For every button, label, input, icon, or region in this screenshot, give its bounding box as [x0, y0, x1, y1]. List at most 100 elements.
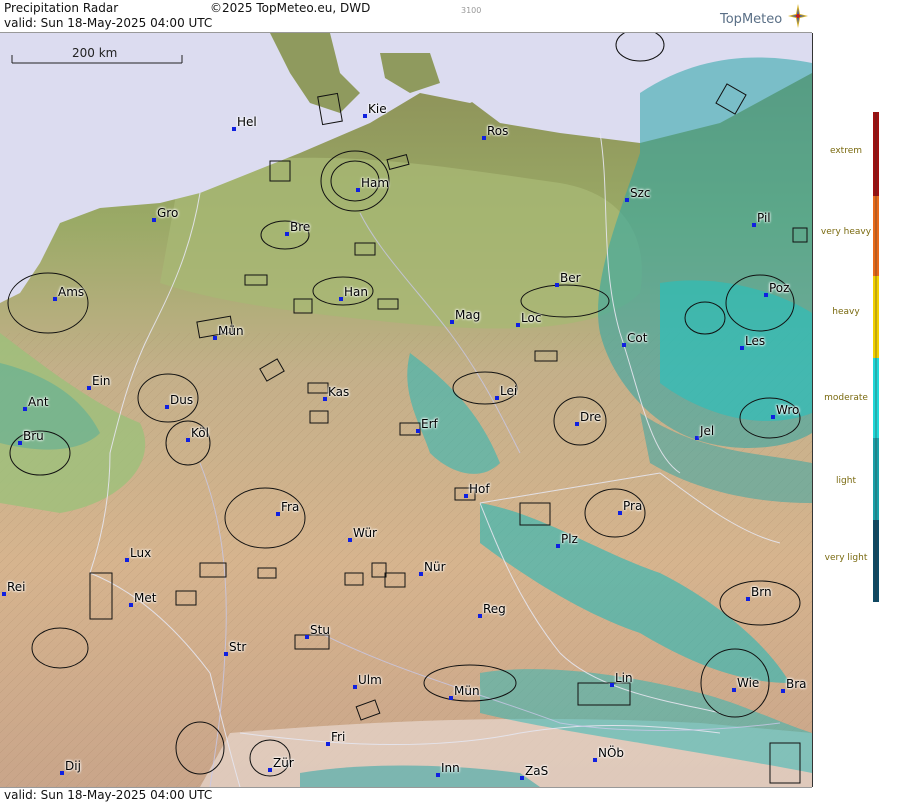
city-label: Kie	[368, 102, 387, 116]
radar-map[interactable]: 200 km Kie Hel Ros Ham Szc Gro Bre Pil Ams Han Ber…	[0, 33, 813, 787]
city-dot	[436, 773, 440, 777]
city-label: Pil	[757, 211, 771, 225]
city-dot	[2, 592, 6, 596]
city-label: Szc	[630, 186, 651, 200]
city-dot	[732, 688, 736, 692]
city-label: Wie	[737, 676, 760, 690]
city-dot	[348, 538, 352, 542]
city-dot	[419, 572, 423, 576]
city-label: Wür	[353, 526, 377, 540]
city-dot	[416, 429, 420, 433]
city-label: Lux	[130, 546, 152, 560]
city-dot	[495, 396, 499, 400]
city-label: Bru	[23, 429, 44, 443]
city-label: Bre	[290, 220, 311, 234]
city-dot	[165, 405, 169, 409]
city-label: Bra	[786, 677, 807, 691]
city-label: Ant	[28, 395, 49, 409]
legend-label-1: very heavy	[820, 227, 872, 237]
city-dot	[482, 136, 486, 140]
city-dot	[610, 683, 614, 687]
footer-valid-time: valid: Sun 18-May-2025 04:00 UTC	[4, 788, 213, 802]
city-dot	[449, 696, 453, 700]
city-label: Str	[229, 640, 247, 654]
city-label: Wro	[776, 403, 800, 417]
city-dot	[213, 336, 217, 340]
city-dot	[695, 436, 699, 440]
city-dot	[556, 544, 560, 548]
city-label: Ulm	[358, 673, 382, 687]
city-label: Lin	[615, 671, 633, 685]
city-dot	[363, 114, 367, 118]
city-dot	[516, 323, 520, 327]
city-label: Fri	[331, 730, 346, 744]
copyright: ©2025 TopMeteo.eu, DWD	[210, 1, 371, 15]
city-label: Cot	[627, 331, 648, 345]
image-code: 3100	[461, 6, 482, 15]
city-label: Brn	[751, 585, 772, 599]
city-dot	[125, 558, 129, 562]
city-dot	[520, 776, 524, 780]
city-dot	[353, 685, 357, 689]
city-label: NÖb	[598, 746, 625, 760]
city-label: Han	[344, 285, 368, 299]
header: Precipitation Radar ©2025 TopMeteo.eu, D…	[0, 0, 812, 33]
city-label: Lei	[500, 384, 518, 398]
scale-label: 200 km	[72, 46, 118, 60]
city-label: ZaS	[525, 764, 549, 778]
city-dot	[464, 494, 468, 498]
city-label: Mün	[454, 684, 480, 698]
city-label: Ber	[560, 271, 581, 285]
city-dot	[618, 511, 622, 515]
city-label: Hof	[469, 482, 490, 496]
compass-star-icon	[788, 4, 808, 28]
city-dot	[771, 415, 775, 419]
city-dot	[323, 397, 327, 401]
city-dot	[622, 343, 626, 347]
city-label: Reg	[483, 602, 506, 616]
city-dot	[575, 422, 579, 426]
city-dot	[356, 188, 360, 192]
city-label: Pra	[623, 499, 643, 513]
city-dot	[224, 652, 228, 656]
city-label: Ros	[487, 124, 509, 138]
map-title: Precipitation Radar	[4, 1, 119, 15]
city-label: Jel	[700, 424, 715, 438]
city-dot	[746, 597, 750, 601]
city-dot	[268, 768, 272, 772]
city-label: Zür	[273, 756, 294, 770]
legend-label-4: light	[836, 476, 856, 486]
city-dot	[60, 771, 64, 775]
city-dot	[781, 689, 785, 693]
footer: valid: Sun 18-May-2025 04:00 UTC	[0, 787, 812, 802]
city-dot	[152, 218, 156, 222]
city-label: Köl	[191, 426, 209, 440]
logo-text: TopMeteo	[720, 12, 783, 27]
city-label: Hel	[237, 115, 257, 129]
city-label: Ein	[92, 374, 111, 388]
city-dot	[87, 386, 91, 390]
city-dot	[285, 232, 289, 236]
city-dot	[305, 635, 309, 639]
city-dot	[593, 758, 597, 762]
city-label: Dre	[580, 410, 602, 424]
city-label: Mün	[218, 324, 244, 338]
city-label: Met	[134, 591, 157, 605]
city-dot	[186, 438, 190, 442]
intensity-legend: extrem very heavy heavy moderate light very l…	[813, 0, 904, 801]
city-label: Gro	[157, 206, 179, 220]
valid-time: valid: Sun 18-May-2025 04:00 UTC	[4, 16, 213, 30]
city-dot	[450, 320, 454, 324]
city-label: Inn	[441, 761, 460, 775]
city-label: Fra	[281, 500, 300, 514]
city-dot	[276, 512, 280, 516]
city-label: Poz	[769, 281, 790, 295]
city-label: Ham	[361, 176, 390, 190]
city-dot	[129, 603, 133, 607]
legend-label-0: extrem	[829, 146, 863, 156]
city-dot	[764, 293, 768, 297]
city-label: Stu	[310, 623, 330, 637]
city-label: Loc	[521, 311, 542, 325]
city-dot	[23, 407, 27, 411]
city-label: Plz	[561, 532, 578, 546]
